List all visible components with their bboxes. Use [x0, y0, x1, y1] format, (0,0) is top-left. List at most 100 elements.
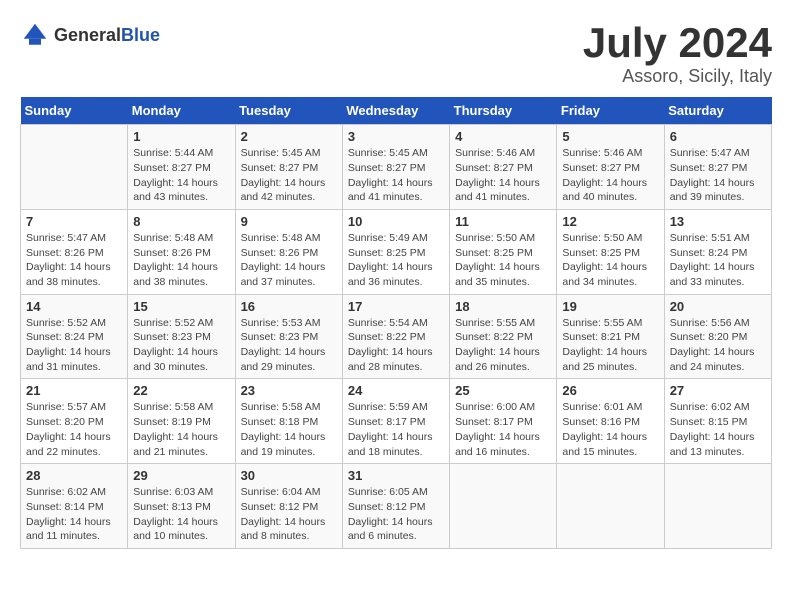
day-info: Sunrise: 5:48 AMSunset: 8:26 PMDaylight:… — [133, 231, 229, 290]
day-info: Sunrise: 5:51 AMSunset: 8:24 PMDaylight:… — [670, 231, 766, 290]
day-info: Sunrise: 5:57 AMSunset: 8:20 PMDaylight:… — [26, 400, 122, 459]
day-info: Sunrise: 5:47 AMSunset: 8:27 PMDaylight:… — [670, 146, 766, 205]
day-number: 16 — [241, 299, 337, 314]
day-number: 20 — [670, 299, 766, 314]
day-info: Sunrise: 5:59 AMSunset: 8:17 PMDaylight:… — [348, 400, 444, 459]
day-number: 4 — [455, 129, 551, 144]
calendar-cell: 30 Sunrise: 6:04 AMSunset: 8:12 PMDayligh… — [235, 464, 342, 549]
day-number: 17 — [348, 299, 444, 314]
calendar-cell: 20 Sunrise: 5:56 AMSunset: 8:20 PMDayligh… — [664, 294, 771, 379]
calendar-cell: 1Sunrise: 5:44 AMSunset: 8:27 PMDaylight… — [128, 125, 235, 210]
day-number: 8 — [133, 214, 229, 229]
calendar-cell: 10Sunrise: 5:49 AMSunset: 8:25 PMDayligh… — [342, 209, 449, 294]
calendar-body: 1Sunrise: 5:44 AMSunset: 8:27 PMDaylight… — [21, 125, 772, 549]
calendar-day-header: Tuesday — [235, 97, 342, 125]
day-number: 7 — [26, 214, 122, 229]
day-number: 18 — [455, 299, 551, 314]
logo-blue: Blue — [121, 25, 160, 45]
calendar-cell: 16 Sunrise: 5:53 AMSunset: 8:23 PMDayligh… — [235, 294, 342, 379]
day-info: Sunrise: 5:46 AMSunset: 8:27 PMDaylight:… — [455, 146, 551, 205]
calendar-cell: 25Sunrise: 6:00 AMSunset: 8:17 PMDayligh… — [450, 379, 557, 464]
day-number: 5 — [562, 129, 658, 144]
day-info: Sunrise: 5:44 AMSunset: 8:27 PMDaylight:… — [133, 146, 229, 205]
calendar-cell: 24 Sunrise: 5:59 AMSunset: 8:17 PMDayligh… — [342, 379, 449, 464]
calendar-cell: 11 Sunrise: 5:50 AMSunset: 8:25 PMDayligh… — [450, 209, 557, 294]
calendar-week-row: 7 Sunrise: 5:47 AMSunset: 8:26 PMDaylight… — [21, 209, 772, 294]
day-info: Sunrise: 5:50 AMSunset: 8:25 PMDaylight:… — [455, 231, 551, 290]
calendar-table: SundayMondayTuesdayWednesdayThursdayFrid… — [20, 97, 772, 549]
day-info: Sunrise: 6:02 AMSunset: 8:14 PMDaylight:… — [26, 485, 122, 544]
calendar-day-header: Saturday — [664, 97, 771, 125]
logo: GeneralBlue — [20, 20, 160, 50]
day-info: Sunrise: 6:05 AMSunset: 8:12 PMDaylight:… — [348, 485, 444, 544]
calendar-cell: 19 Sunrise: 5:55 AMSunset: 8:21 PMDayligh… — [557, 294, 664, 379]
calendar-cell: 17 Sunrise: 5:54 AMSunset: 8:22 PMDayligh… — [342, 294, 449, 379]
calendar-cell — [21, 125, 128, 210]
calendar-cell: 6Sunrise: 5:47 AMSunset: 8:27 PMDaylight… — [664, 125, 771, 210]
day-info: Sunrise: 5:55 AMSunset: 8:21 PMDaylight:… — [562, 316, 658, 375]
calendar-cell: 26 Sunrise: 6:01 AMSunset: 8:16 PMDayligh… — [557, 379, 664, 464]
day-info: Sunrise: 5:58 AMSunset: 8:19 PMDaylight:… — [133, 400, 229, 459]
page-header: GeneralBlue July 2024 Assoro, Sicily, It… — [20, 20, 772, 87]
calendar-cell: 9Sunrise: 5:48 AMSunset: 8:26 PMDaylight… — [235, 209, 342, 294]
day-number: 2 — [241, 129, 337, 144]
day-number: 10 — [348, 214, 444, 229]
logo-general: General — [54, 25, 121, 45]
calendar-cell: 5Sunrise: 5:46 AMSunset: 8:27 PMDaylight… — [557, 125, 664, 210]
calendar-cell — [450, 464, 557, 549]
day-number: 30 — [241, 468, 337, 483]
calendar-cell: 15 Sunrise: 5:52 AMSunset: 8:23 PMDayligh… — [128, 294, 235, 379]
day-info: Sunrise: 5:45 AMSunset: 8:27 PMDaylight:… — [241, 146, 337, 205]
day-number: 27 — [670, 383, 766, 398]
day-number: 24 — [348, 383, 444, 398]
calendar-header-row: SundayMondayTuesdayWednesdayThursdayFrid… — [21, 97, 772, 125]
calendar-week-row: 1Sunrise: 5:44 AMSunset: 8:27 PMDaylight… — [21, 125, 772, 210]
day-info: Sunrise: 5:54 AMSunset: 8:22 PMDaylight:… — [348, 316, 444, 375]
calendar-cell — [664, 464, 771, 549]
day-number: 13 — [670, 214, 766, 229]
calendar-week-row: 28Sunrise: 6:02 AMSunset: 8:14 PMDayligh… — [21, 464, 772, 549]
day-info: Sunrise: 5:56 AMSunset: 8:20 PMDaylight:… — [670, 316, 766, 375]
day-number: 19 — [562, 299, 658, 314]
day-info: Sunrise: 5:53 AMSunset: 8:23 PMDaylight:… — [241, 316, 337, 375]
day-number: 9 — [241, 214, 337, 229]
day-info: Sunrise: 6:01 AMSunset: 8:16 PMDaylight:… — [562, 400, 658, 459]
day-number: 23 — [241, 383, 337, 398]
calendar-week-row: 21Sunrise: 5:57 AMSunset: 8:20 PMDayligh… — [21, 379, 772, 464]
calendar-day-header: Friday — [557, 97, 664, 125]
calendar-day-header: Thursday — [450, 97, 557, 125]
calendar-cell: 22 Sunrise: 5:58 AMSunset: 8:19 PMDayligh… — [128, 379, 235, 464]
day-number: 31 — [348, 468, 444, 483]
calendar-cell: 3Sunrise: 5:45 AMSunset: 8:27 PMDaylight… — [342, 125, 449, 210]
day-number: 26 — [562, 383, 658, 398]
day-number: 12 — [562, 214, 658, 229]
day-info: Sunrise: 6:04 AMSunset: 8:12 PMDaylight:… — [241, 485, 337, 544]
calendar-cell: 31 Sunrise: 6:05 AMSunset: 8:12 PMDayligh… — [342, 464, 449, 549]
day-info: Sunrise: 5:50 AMSunset: 8:25 PMDaylight:… — [562, 231, 658, 290]
day-info: Sunrise: 5:58 AMSunset: 8:18 PMDaylight:… — [241, 400, 337, 459]
day-info: Sunrise: 5:47 AMSunset: 8:26 PMDaylight:… — [26, 231, 122, 290]
calendar-cell: 18 Sunrise: 5:55 AMSunset: 8:22 PMDayligh… — [450, 294, 557, 379]
day-info: Sunrise: 6:00 AMSunset: 8:17 PMDaylight:… — [455, 400, 551, 459]
calendar-cell: 4 Sunrise: 5:46 AMSunset: 8:27 PMDaylight… — [450, 125, 557, 210]
calendar-cell: 7 Sunrise: 5:47 AMSunset: 8:26 PMDaylight… — [21, 209, 128, 294]
calendar-day-header: Monday — [128, 97, 235, 125]
calendar-cell: 2 Sunrise: 5:45 AMSunset: 8:27 PMDaylight… — [235, 125, 342, 210]
calendar-cell: 28Sunrise: 6:02 AMSunset: 8:14 PMDayligh… — [21, 464, 128, 549]
day-info: Sunrise: 6:02 AMSunset: 8:15 PMDaylight:… — [670, 400, 766, 459]
day-number: 22 — [133, 383, 229, 398]
day-number: 15 — [133, 299, 229, 314]
day-number: 11 — [455, 214, 551, 229]
logo-icon — [20, 20, 50, 50]
day-info: Sunrise: 5:45 AMSunset: 8:27 PMDaylight:… — [348, 146, 444, 205]
calendar-cell: 21Sunrise: 5:57 AMSunset: 8:20 PMDayligh… — [21, 379, 128, 464]
calendar-cell: 14Sunrise: 5:52 AMSunset: 8:24 PMDayligh… — [21, 294, 128, 379]
calendar-cell: 27 Sunrise: 6:02 AMSunset: 8:15 PMDayligh… — [664, 379, 771, 464]
day-info: Sunrise: 5:52 AMSunset: 8:23 PMDaylight:… — [133, 316, 229, 375]
calendar-day-header: Sunday — [21, 97, 128, 125]
day-info: Sunrise: 5:52 AMSunset: 8:24 PMDaylight:… — [26, 316, 122, 375]
title-area: July 2024 Assoro, Sicily, Italy — [583, 20, 772, 87]
calendar-cell — [557, 464, 664, 549]
day-number: 29 — [133, 468, 229, 483]
day-info: Sunrise: 5:55 AMSunset: 8:22 PMDaylight:… — [455, 316, 551, 375]
